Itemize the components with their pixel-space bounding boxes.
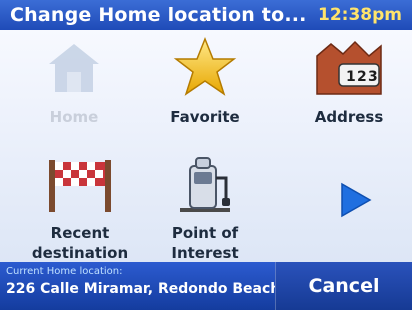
menu-item-recent-destination[interactable]: Recent destination (20, 150, 140, 262)
cancel-button[interactable]: Cancel (275, 262, 412, 310)
recent-destination-icon (41, 150, 119, 218)
next-arrow-icon (332, 178, 376, 226)
menu-item-label: Home (49, 108, 99, 126)
address-icon: 1 2 3 (311, 36, 387, 102)
current-home-address: 226 Calle Miramar, Redondo Beach... (6, 281, 276, 297)
menu-item-label-line-1: Recent (50, 224, 110, 242)
current-home-panel: Current Home location: 226 Calle Miramar… (6, 266, 276, 297)
menu-item-point-of-interest[interactable]: Point of Interest (150, 150, 260, 262)
menu-item-label-line-1: Point of (171, 224, 239, 242)
clock-time: 12:38pm (318, 5, 402, 25)
current-home-caption: Current Home location: (6, 266, 123, 277)
svg-text:3: 3 (368, 69, 378, 85)
menu-item-label-line-2: Interest (171, 244, 239, 262)
menu-item-label: Favorite (170, 108, 240, 126)
title-bar: Change Home location to... 12:38pm (0, 0, 412, 30)
menu-item-favorite[interactable]: Favorite (155, 36, 255, 126)
bottom-bar: Current Home location: 226 Calle Miramar… (0, 262, 412, 310)
star-icon (172, 36, 238, 102)
svg-text:2: 2 (357, 69, 367, 85)
menu-item-label: Address (314, 108, 384, 126)
menu-grid: Home Favorite 1 2 3 Address Recent desti… (0, 30, 412, 262)
menu-item-home: Home (24, 40, 124, 126)
home-icon (43, 40, 105, 102)
page-title: Change Home location to... (10, 4, 307, 26)
point-of-interest-icon (168, 150, 242, 218)
screen: Change Home location to... 12:38pm Home (0, 0, 412, 310)
menu-item-address[interactable]: 1 2 3 Address (294, 36, 404, 126)
menu-item-label-line-2: destination (31, 244, 129, 262)
next-page-button[interactable] (314, 178, 394, 226)
svg-text:1: 1 (346, 69, 356, 85)
